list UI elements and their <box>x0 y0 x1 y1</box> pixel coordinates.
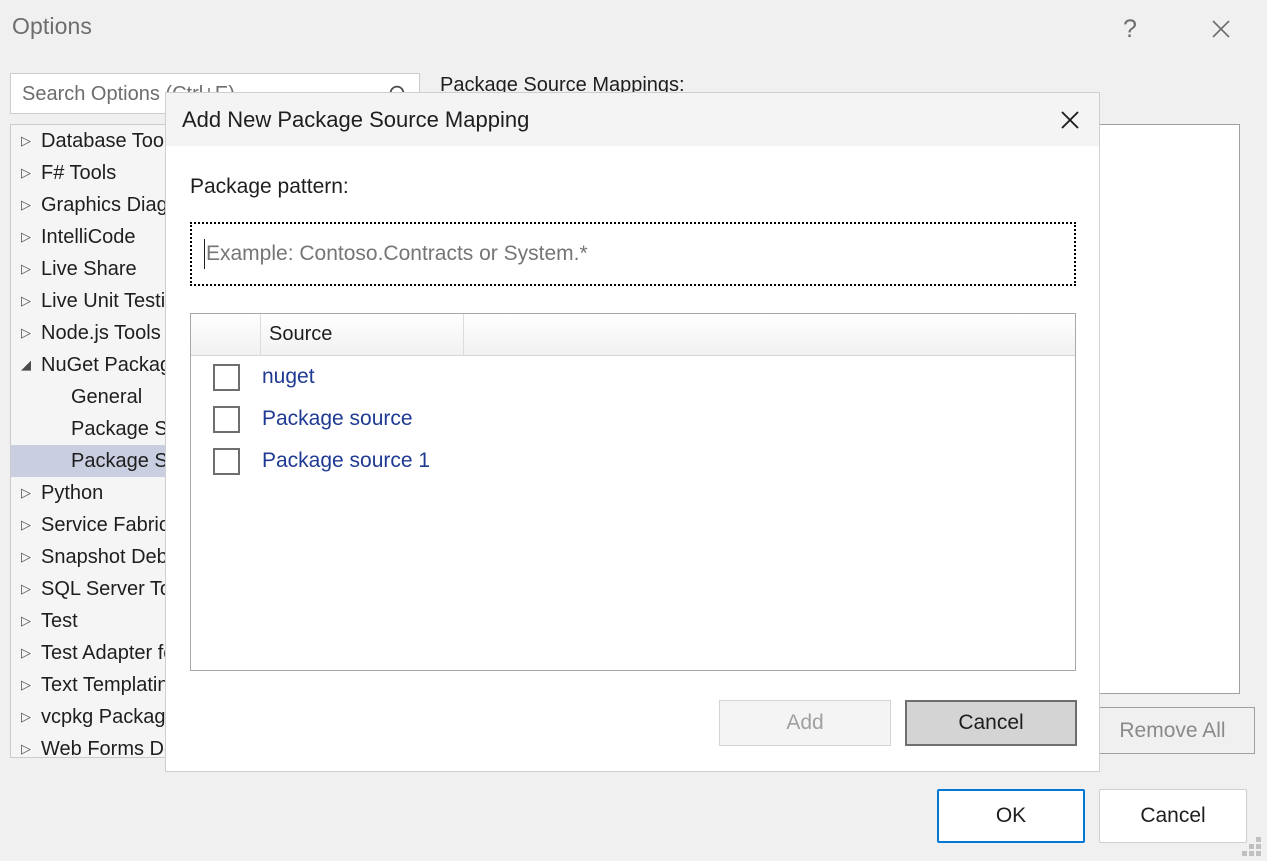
table-row[interactable]: Package source 1 <box>191 440 1075 482</box>
chevron-right-icon[interactable]: ▷ <box>21 677 41 693</box>
grid-header: Source <box>191 314 1075 356</box>
dialog-cancel-button[interactable]: Cancel <box>905 700 1077 746</box>
tree-item-label: Database Tools <box>41 130 179 153</box>
source-checkbox[interactable] <box>191 406 261 433</box>
text-caret <box>204 239 205 269</box>
tree-item-label: Python <box>41 482 103 505</box>
chevron-right-icon[interactable]: ▷ <box>21 229 41 245</box>
chevron-right-icon[interactable]: ▷ <box>21 581 41 597</box>
checkbox-box[interactable] <box>213 364 240 391</box>
source-name[interactable]: nuget <box>261 365 315 389</box>
resize-grip-dot <box>1256 844 1261 849</box>
resize-grip-dot <box>1256 837 1261 842</box>
chevron-right-icon[interactable]: ▷ <box>21 709 41 725</box>
chevron-right-icon[interactable]: ▷ <box>21 165 41 181</box>
chevron-right-icon[interactable]: ▷ <box>21 645 41 661</box>
resize-grip-dot <box>1249 851 1254 856</box>
checkbox-box[interactable] <box>213 406 240 433</box>
chevron-right-icon[interactable]: ▷ <box>21 549 41 565</box>
grid-header-source-column[interactable]: Source <box>261 314 464 355</box>
package-pattern-label: Package pattern: <box>190 175 349 199</box>
grid-header-checkbox-column[interactable] <box>191 314 261 355</box>
tree-item-label: Node.js Tools <box>41 322 161 345</box>
chevron-right-icon[interactable]: ▷ <box>21 485 41 501</box>
source-checkbox[interactable] <box>191 364 261 391</box>
grid-header-filler-column <box>464 314 1075 355</box>
tree-item-label: Text Templating <box>41 674 180 697</box>
tree-item-label: General <box>41 386 142 409</box>
chevron-right-icon[interactable]: ▷ <box>21 613 41 629</box>
remove-all-button[interactable]: Remove All <box>1090 707 1255 754</box>
add-button[interactable]: Add <box>719 700 891 746</box>
tree-item-label: Live Share <box>41 258 137 281</box>
chevron-down-icon[interactable]: ◢ <box>21 357 41 373</box>
resize-grip-dot <box>1256 851 1261 856</box>
tree-item-label: F# Tools <box>41 162 116 185</box>
dialog-titlebar: Add New Package Source Mapping <box>166 93 1099 146</box>
table-row[interactable]: nuget <box>191 356 1075 398</box>
resize-grip-dot <box>1242 851 1247 856</box>
close-icon[interactable] <box>1198 6 1244 52</box>
table-row[interactable]: Package source <box>191 398 1075 440</box>
tree-item-label: IntelliCode <box>41 226 136 249</box>
page-title: Options <box>12 13 92 40</box>
source-name[interactable]: Package source <box>261 407 413 431</box>
tree-item-label: Test <box>41 610 78 633</box>
question-mark-icon[interactable]: ? <box>1107 6 1153 52</box>
chevron-right-icon[interactable]: ▷ <box>21 741 41 757</box>
source-grid[interactable]: Source nuget Package source Package source… <box>190 313 1076 671</box>
resize-grip[interactable] <box>1240 835 1262 857</box>
dialog-title: Add New Package Source Mapping <box>182 107 529 133</box>
source-name[interactable]: Package source 1 <box>261 449 430 473</box>
chevron-right-icon[interactable]: ▷ <box>21 517 41 533</box>
checkbox-box[interactable] <box>213 448 240 475</box>
chevron-right-icon[interactable]: ▷ <box>21 325 41 341</box>
source-checkbox[interactable] <box>191 448 261 475</box>
add-package-source-mapping-dialog: Add New Package Source Mapping Package p… <box>165 92 1100 772</box>
grid-body: nuget Package source Package source 1 <box>191 356 1075 482</box>
package-pattern-placeholder: Example: Contoso.Contracts or System.* <box>206 242 588 266</box>
options-titlebar: Options ? <box>0 0 1267 58</box>
chevron-right-icon[interactable]: ▷ <box>21 293 41 309</box>
chevron-right-icon[interactable]: ▷ <box>21 261 41 277</box>
chevron-right-icon[interactable]: ▷ <box>21 133 41 149</box>
resize-grip-dot <box>1249 844 1254 849</box>
chevron-right-icon[interactable]: ▷ <box>21 197 41 213</box>
close-icon[interactable] <box>1049 101 1091 139</box>
ok-button[interactable]: OK <box>937 789 1085 843</box>
cancel-button[interactable]: Cancel <box>1099 789 1247 843</box>
package-pattern-input[interactable]: Example: Contoso.Contracts or System.* <box>190 222 1076 286</box>
